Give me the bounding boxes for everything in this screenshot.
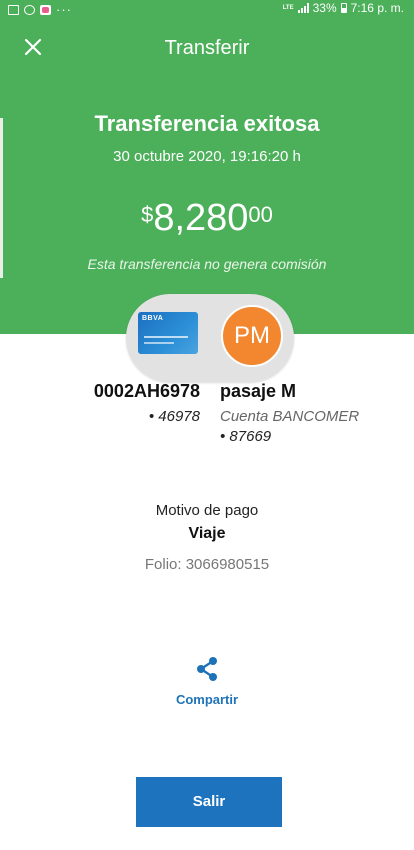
bbva-card-icon: BBVA bbox=[138, 312, 198, 354]
folio-number: Folio: 3066980515 bbox=[144, 556, 270, 573]
payment-reason-value: Viaje bbox=[188, 525, 226, 542]
battery-percent: 33% bbox=[312, 1, 337, 15]
page-title: Transferir bbox=[164, 37, 250, 59]
more-notifications: ··· bbox=[56, 2, 72, 17]
amount-cents: 00 bbox=[248, 202, 273, 227]
recipient-bank: Cuenta BANCOMER bbox=[220, 408, 360, 425]
status-left-icons: ··· bbox=[8, 2, 72, 17]
signal-icon bbox=[297, 3, 309, 13]
amount-currency: $ bbox=[141, 202, 154, 227]
origin-account-id: 0002AH6978 bbox=[93, 381, 200, 401]
success-title: Transferencia exitosa bbox=[94, 111, 320, 136]
commission-note: Esta transferencia no genera comisión bbox=[87, 256, 327, 272]
recipient-name: pasaje M bbox=[220, 381, 297, 401]
share-button[interactable]: Compartir bbox=[157, 656, 257, 714]
recipient-avatar: PM bbox=[221, 305, 283, 367]
share-icon bbox=[197, 657, 217, 681]
app-notification-icon bbox=[40, 4, 51, 15]
battery-icon bbox=[340, 3, 347, 13]
status-right-icons: LTE 33% 7:16 p. m. bbox=[283, 1, 404, 15]
recipient-account-number: • 87669 bbox=[220, 428, 272, 445]
clock: 7:16 p. m. bbox=[350, 1, 404, 15]
exit-button[interactable]: Salir bbox=[136, 777, 282, 827]
share-label: Compartir bbox=[175, 692, 239, 707]
status-bar: ··· LTE 33% 7:16 p. m. bbox=[0, 0, 414, 18]
globe-icon bbox=[24, 4, 35, 15]
card-brand: BBVA bbox=[142, 315, 164, 322]
card-stripe bbox=[144, 336, 188, 338]
transfer-amount: $8,28000 bbox=[0, 197, 414, 240]
transfer-datetime: 30 octubre 2020, 19:16:20 h bbox=[113, 148, 301, 165]
amount-integer: 8,280 bbox=[153, 197, 249, 239]
card-stripe-short bbox=[144, 342, 174, 344]
network-type: LTE bbox=[282, 5, 294, 11]
payment-reason-label: Motivo de pago bbox=[155, 502, 259, 519]
origin-account-number: • 46978 bbox=[148, 408, 200, 425]
mail-icon bbox=[8, 4, 19, 15]
